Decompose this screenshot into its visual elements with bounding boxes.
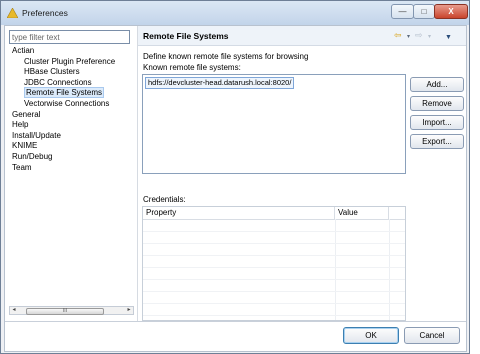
add-button[interactable]: Add... [410, 77, 464, 92]
tree-item-label: Team [12, 162, 32, 172]
title-bar[interactable]: Preferences — □ X [1, 1, 469, 25]
table-row-line [143, 243, 405, 244]
forward-dropdown-icon[interactable]: ▾ [428, 33, 431, 42]
scrollbar-thumb[interactable]: III [26, 308, 104, 315]
tree-item-run-debug[interactable]: Run/Debug [9, 152, 131, 163]
column-divider [335, 219, 336, 320]
back-arrow-icon[interactable]: ⇦ [394, 31, 402, 40]
forward-arrow-icon[interactable]: ⇨ [415, 31, 423, 40]
table-row-line [143, 279, 405, 280]
cancel-button[interactable]: Cancel [404, 327, 460, 344]
eclipse-app-icon [7, 8, 18, 18]
export-button[interactable]: Export... [410, 134, 464, 149]
list-item[interactable]: hdfs://devcluster-head.datarush.local:80… [145, 77, 295, 89]
remote-file-systems-list[interactable]: hdfs://devcluster-head.datarush.local:80… [142, 74, 406, 174]
table-row-line [143, 303, 405, 304]
sidebar-horizontal-scrollbar[interactable]: ◂ III ▸ [9, 306, 134, 315]
tree-item-help[interactable]: Help [9, 120, 131, 131]
preference-tree: Actian Cluster Plugin Preference HBase C… [9, 46, 131, 173]
import-button[interactable]: Import... [410, 115, 464, 130]
maximize-button[interactable]: □ [413, 4, 435, 19]
tree-item-label: Help [12, 120, 29, 130]
filter-input[interactable] [9, 30, 130, 44]
preferences-window: Preferences — □ X Actian Cluster Plugin … [0, 0, 470, 354]
tree-item-label: JDBC Connections [24, 77, 92, 87]
tree-item-team[interactable]: Team [9, 163, 131, 174]
close-button[interactable]: X [434, 4, 468, 19]
tree-item-knime[interactable]: KNIME [9, 141, 131, 152]
scroll-right-icon[interactable]: ▸ [125, 307, 133, 314]
tree-item-remote-file-systems[interactable]: Remote File Systems [9, 87, 131, 99]
column-header-value[interactable]: Value [335, 207, 389, 219]
dialog-content: Actian Cluster Plugin Preference HBase C… [4, 25, 467, 352]
tree-item-cluster-plugin[interactable]: Cluster Plugin Preference [9, 57, 131, 68]
known-systems-label: Known remote file systems: [143, 63, 241, 72]
tree-item-label: Install/Update [12, 130, 61, 140]
table-row-line [143, 291, 405, 292]
table-row-line [143, 231, 405, 232]
table-row-line [143, 255, 405, 256]
footer-divider [5, 321, 466, 322]
table-header: Property Value [143, 207, 405, 220]
credentials-table[interactable]: Property Value [142, 206, 406, 321]
table-row-line [143, 267, 405, 268]
tree-item-label: Actian [12, 46, 35, 55]
back-dropdown-icon[interactable]: ▾ [407, 33, 410, 42]
table-row-line [143, 315, 405, 316]
tree-item-label: General [12, 109, 41, 119]
tree-item-label: Vectorwise Connections [24, 98, 110, 108]
column-header-property[interactable]: Property [143, 207, 335, 219]
tree-item-label: Run/Debug [12, 151, 53, 161]
window-title: Preferences [22, 8, 68, 18]
page-description: Define known remote file systems for bro… [143, 52, 309, 61]
minimize-button[interactable]: — [391, 4, 414, 19]
remove-button[interactable]: Remove [410, 96, 464, 111]
tree-item-label: Remote File Systems [24, 87, 105, 99]
tree-item-actian[interactable]: Actian [9, 46, 131, 57]
tree-item-hbase-clusters[interactable]: HBase Clusters [9, 67, 131, 78]
tree-item-vectorwise-connections[interactable]: Vectorwise Connections [9, 99, 131, 110]
tree-item-label: Cluster Plugin Preference [24, 56, 116, 66]
credentials-label: Credentials: [143, 195, 186, 204]
column-divider [389, 219, 390, 320]
page-title: Remote File Systems [143, 31, 229, 41]
tree-item-label: HBase Clusters [24, 67, 80, 77]
view-menu-icon[interactable]: ▼ [445, 33, 452, 42]
scroll-left-icon[interactable]: ◂ [10, 307, 18, 314]
panel-divider[interactable] [137, 26, 138, 321]
tree-item-label: KNIME [12, 141, 38, 151]
page-header: Remote File Systems ⇦ ▾ ⇨ ▾ ▼ [138, 26, 466, 46]
tree-item-install-update[interactable]: Install/Update [9, 131, 131, 142]
ok-button[interactable]: OK [343, 327, 399, 344]
tree-item-general[interactable]: General [9, 110, 131, 121]
